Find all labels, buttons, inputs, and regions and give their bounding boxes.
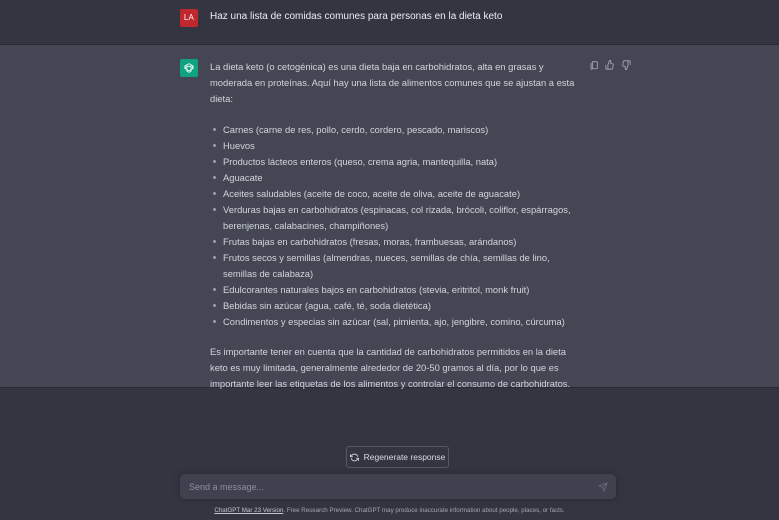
disclaimer-text: . Free Research Preview. ChatGPT may pro…: [283, 507, 565, 514]
assistant-message-text: La dieta keto (o cetogénica) es una diet…: [210, 59, 580, 392]
list-item: Aceites saludables (aceite de coco, acei…: [210, 186, 580, 202]
version-link[interactable]: ChatGPT Mar 23 Version: [214, 507, 283, 514]
copy-button[interactable]: [588, 59, 599, 70]
list-item: Carnes (carne de res, pollo, cerdo, cord…: [210, 122, 580, 138]
list-item: Edulcorantes naturales bajos en carbohid…: [210, 282, 580, 298]
answer-outro: Es importante tener en cuenta que la can…: [210, 346, 571, 389]
assistant-avatar: [180, 59, 198, 77]
list-item: Condimentos y especias sin azúcar (sal, …: [210, 314, 580, 330]
food-list: Carnes (carne de res, pollo, cerdo, cord…: [210, 122, 580, 330]
message-actions: [588, 59, 631, 70]
user-message-row: LA Haz una lista de comidas comunes para…: [0, 0, 779, 45]
list-item: Productos lácteos enteros (queso, crema …: [210, 154, 580, 170]
user-avatar: LA: [180, 9, 198, 27]
send-button[interactable]: [597, 481, 608, 492]
list-item: Verduras bajas en carbohidratos (espinac…: [210, 202, 580, 234]
list-item: Bebidas sin azúcar (agua, café, té, soda…: [210, 298, 580, 314]
message-input[interactable]: [180, 474, 580, 499]
list-item: Aguacate: [210, 170, 580, 186]
answer-intro: La dieta keto (o cetogénica) es una diet…: [210, 61, 575, 104]
list-item: Frutas bajas en carbohidratos (fresas, m…: [210, 234, 580, 250]
thumbs-down-icon: [621, 59, 631, 70]
composer: [180, 474, 616, 499]
user-message-text: Haz una lista de comidas comunes para pe…: [210, 11, 503, 22]
regenerate-response-button[interactable]: Regenerate response: [346, 446, 449, 468]
assistant-message-row: La dieta keto (o cetogénica) es una diet…: [0, 45, 779, 389]
list-item: Frutos secos y semillas (almendras, nuec…: [210, 250, 580, 282]
thumbs-up-icon: [604, 59, 614, 70]
footer-disclaimer: ChatGPT Mar 23 Version. Free Research Pr…: [0, 507, 779, 514]
send-icon: [597, 481, 608, 492]
openai-logo-icon: [184, 63, 194, 73]
list-item: Huevos: [210, 138, 580, 154]
copy-icon: [590, 60, 598, 70]
thumbs-up-button[interactable]: [604, 59, 615, 70]
refresh-icon: [349, 453, 359, 461]
thumbs-down-button[interactable]: [620, 59, 631, 70]
regenerate-label: Regenerate response: [363, 452, 446, 462]
